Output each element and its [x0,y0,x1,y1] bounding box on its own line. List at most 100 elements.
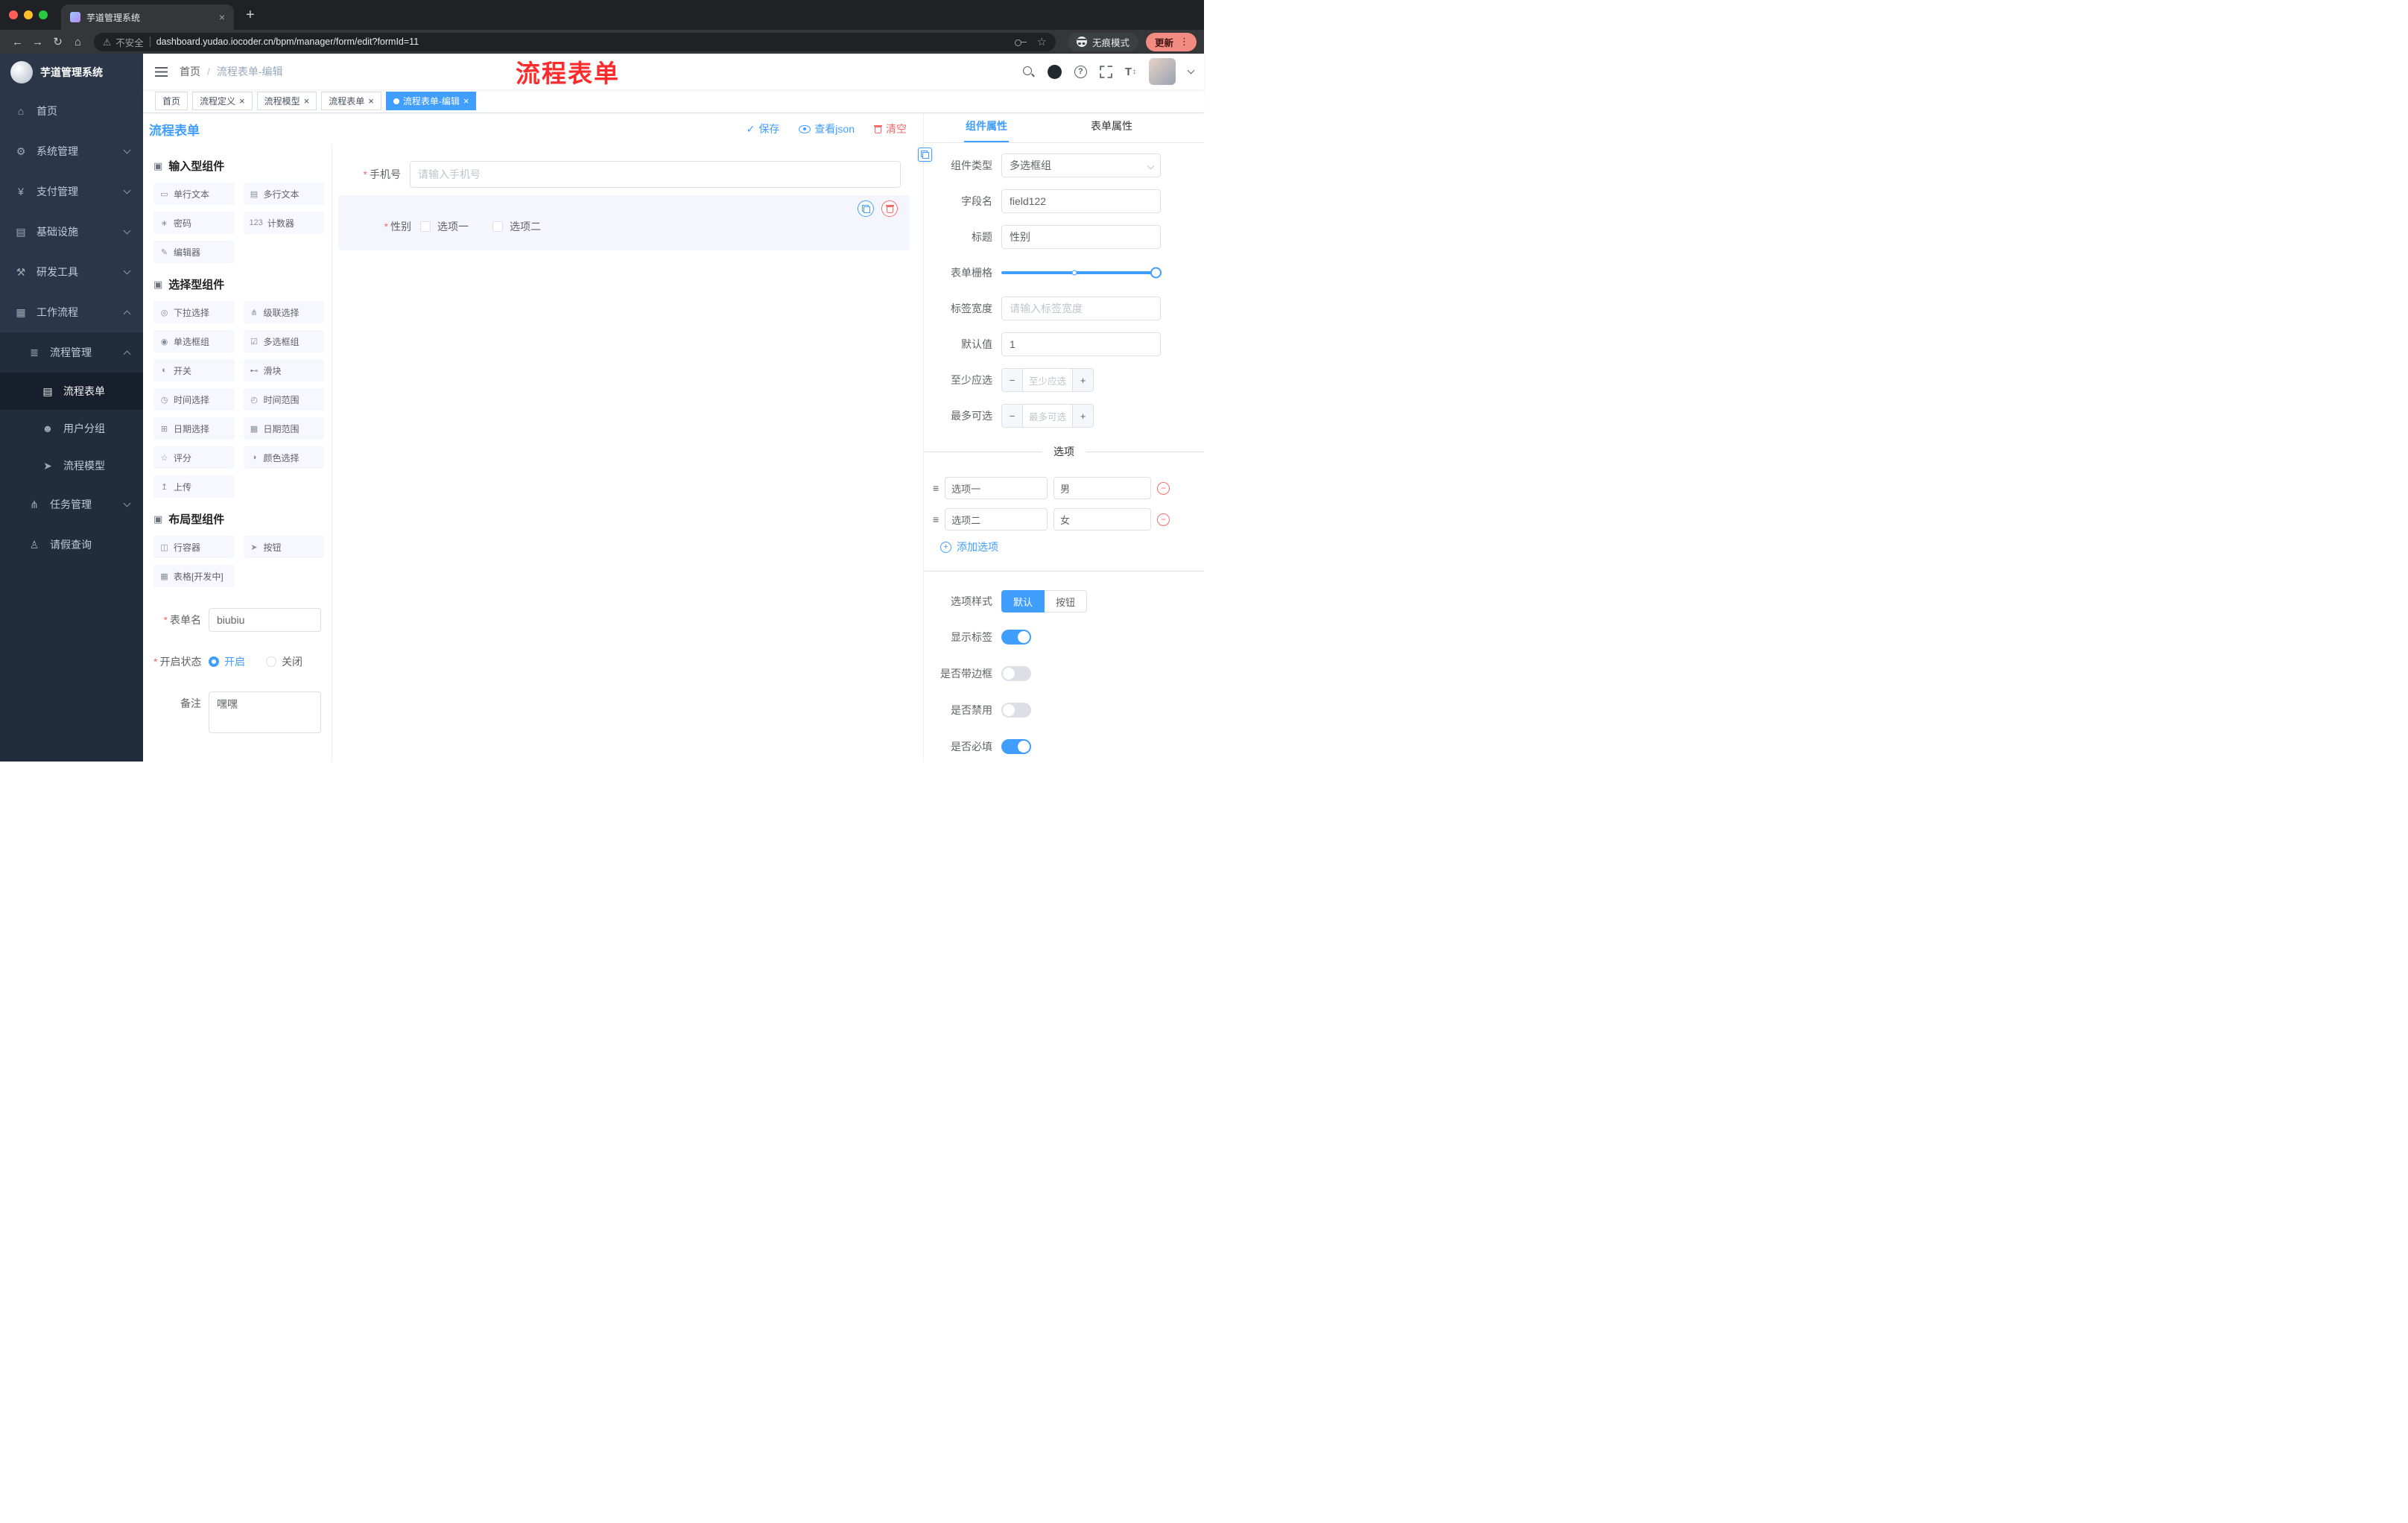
form-grid-slider[interactable] [1001,261,1162,285]
component-multi-line-text[interactable]: ▤ 多行文本 [243,183,324,205]
component-table[interactable]: ▦ 表格[开发中] [153,565,235,587]
min-selected-value[interactable]: 至少应选 [1023,369,1072,391]
component-counter[interactable]: 123 计数器 [243,212,324,234]
component-radio-group[interactable]: ◉ 单选框组 [153,330,235,352]
reload-icon[interactable]: ↻ [48,32,68,51]
back-icon[interactable]: ← [7,32,28,51]
style-default-button[interactable]: 默认 [1001,590,1045,612]
clear-button[interactable]: 清空 [874,121,907,136]
sidebar-item-process-model[interactable]: ➤ 流程模型 [0,447,143,484]
tag-process-model[interactable]: 流程模型 × [256,92,317,110]
component-row-container[interactable]: ◫ 行容器 [153,536,235,558]
tag-close-icon[interactable]: × [239,96,245,106]
drag-handle-icon[interactable]: ≡ [933,482,939,494]
url-text[interactable]: dashboard.yudao.iocoder.cn/bpm/manager/f… [156,37,419,47]
option-value-input[interactable] [1053,508,1151,531]
security-chip[interactable]: ⚠ 不安全 [103,35,144,49]
search-icon[interactable] [1022,66,1035,78]
component-single-line-text[interactable]: ▭ 单行文本 [153,183,235,205]
close-window-button[interactable] [9,10,18,19]
home-browser-icon[interactable]: ⌂ [68,32,88,51]
gender-option-2-checkbox[interactable]: 选项二 [492,219,541,234]
browser-menu-icon[interactable]: ⋮ [1179,36,1189,48]
tab-close-icon[interactable]: × [219,11,225,23]
disabled-switch[interactable] [1001,703,1031,718]
browser-tab[interactable]: 芋道管理系统 × [61,4,234,30]
font-size-icon[interactable]: T ↕ [1125,66,1136,78]
breadcrumb-home[interactable]: 首页 [180,64,200,79]
tag-close-icon[interactable]: × [368,96,374,106]
sidebar-item-payment[interactable]: ¥ 支付管理 [0,171,143,212]
component-upload[interactable]: ↥ 上传 [153,475,235,498]
show-label-switch[interactable] [1001,630,1031,645]
sidebar-item-devtools[interactable]: ⚒ 研发工具 [0,252,143,292]
drag-handle-icon[interactable]: ≡ [933,513,939,525]
forward-icon[interactable]: → [28,32,48,51]
status-off-radio[interactable]: 关闭 [266,650,302,674]
component-select[interactable]: ◎ 下拉选择 [153,301,235,323]
slider-handle[interactable] [1150,267,1162,279]
form-canvas[interactable]: 手机号 性别 选项一 [332,145,923,762]
tab-component-properties[interactable]: 组件属性 [924,113,1049,142]
status-on-radio[interactable]: 开启 [209,650,245,674]
component-type-value[interactable] [1001,153,1161,177]
view-json-button[interactable]: 查看json [799,121,855,136]
field-name-input[interactable] [1001,189,1161,213]
option-label-input[interactable] [945,508,1048,531]
label-width-input[interactable] [1001,297,1161,320]
decrease-button[interactable]: − [1002,369,1023,391]
canvas-field-gender-selected[interactable]: 性别 选项一 选项二 [338,195,910,250]
bookmark-star-icon[interactable]: ☆ [1037,35,1047,48]
delete-field-button[interactable] [881,200,898,217]
component-date-range[interactable]: ▦ 日期范围 [243,417,324,440]
component-password[interactable]: ∗ 密码 [153,212,235,234]
sidebar-item-task-management[interactable]: ⋔ 任务管理 [0,484,143,525]
add-option-button[interactable]: + 添加选项 [940,539,1161,554]
component-switch[interactable]: ◐ 开关 [153,359,235,381]
default-value-input[interactable] [1001,332,1161,356]
sidebar-item-system[interactable]: ⚙ 系统管理 [0,131,143,171]
save-button[interactable]: ✓ 保存 [747,121,780,136]
component-date-picker[interactable]: ⊞ 日期选择 [153,417,235,440]
sidebar-item-process-management[interactable]: ≣ 流程管理 [0,332,143,373]
new-tab-button[interactable]: + [246,7,255,22]
style-button-button[interactable]: 按钮 [1045,590,1088,612]
max-selected-value[interactable]: 最多可选 [1023,405,1072,427]
option-label-input[interactable] [945,477,1048,499]
copy-field-button[interactable] [858,200,874,217]
tag-home[interactable]: 首页 [155,92,188,110]
title-input[interactable] [1001,225,1161,249]
sidebar-item-process-form[interactable]: ▤ 流程表单 [0,373,143,410]
canvas-field-phone[interactable]: 手机号 [338,161,910,188]
tab-form-properties[interactable]: 表单属性 [1049,113,1174,142]
sidebar-toggle-button[interactable] [143,66,180,77]
github-icon[interactable] [1047,64,1062,79]
component-slider[interactable]: ⊷ 滑块 [243,359,324,381]
decrease-button[interactable]: − [1002,405,1023,427]
component-button[interactable]: ➤ 按钮 [243,536,324,558]
increase-button[interactable]: + [1072,369,1093,391]
copy-link-button[interactable] [918,148,932,162]
zoom-window-button[interactable] [39,10,48,19]
password-key-icon[interactable] [1014,39,1027,46]
fullscreen-icon[interactable] [1100,65,1112,78]
avatar-caret-icon[interactable] [1187,66,1195,74]
address-bar[interactable]: ⚠ 不安全 dashboard.yudao.iocoder.cn/bpm/man… [94,32,1056,51]
update-button[interactable]: 更新 ⋮ [1145,32,1197,51]
tag-process-form[interactable]: 流程表单 × [321,92,381,110]
gender-option-1-checkbox[interactable]: 选项一 [420,219,469,234]
tag-process-definition[interactable]: 流程定义 × [192,92,253,110]
component-time-range[interactable]: ◴ 时间范围 [243,388,324,411]
increase-button[interactable]: + [1072,405,1093,427]
border-switch[interactable] [1001,666,1031,681]
component-editor[interactable]: ✎ 编辑器 [153,241,235,263]
phone-input[interactable] [410,161,901,188]
component-time-picker[interactable]: ◷ 时间选择 [153,388,235,411]
tag-close-icon[interactable]: × [463,96,469,106]
sidebar-item-leave-query[interactable]: ♙ 请假查询 [0,525,143,565]
tag-close-icon[interactable]: × [304,96,310,106]
tag-process-form-edit[interactable]: 流程表单-编辑 × [385,92,477,110]
help-icon[interactable]: ? [1074,65,1087,78]
sidebar-logo[interactable]: 芋道管理系统 [0,54,143,91]
minimize-window-button[interactable] [24,10,33,19]
